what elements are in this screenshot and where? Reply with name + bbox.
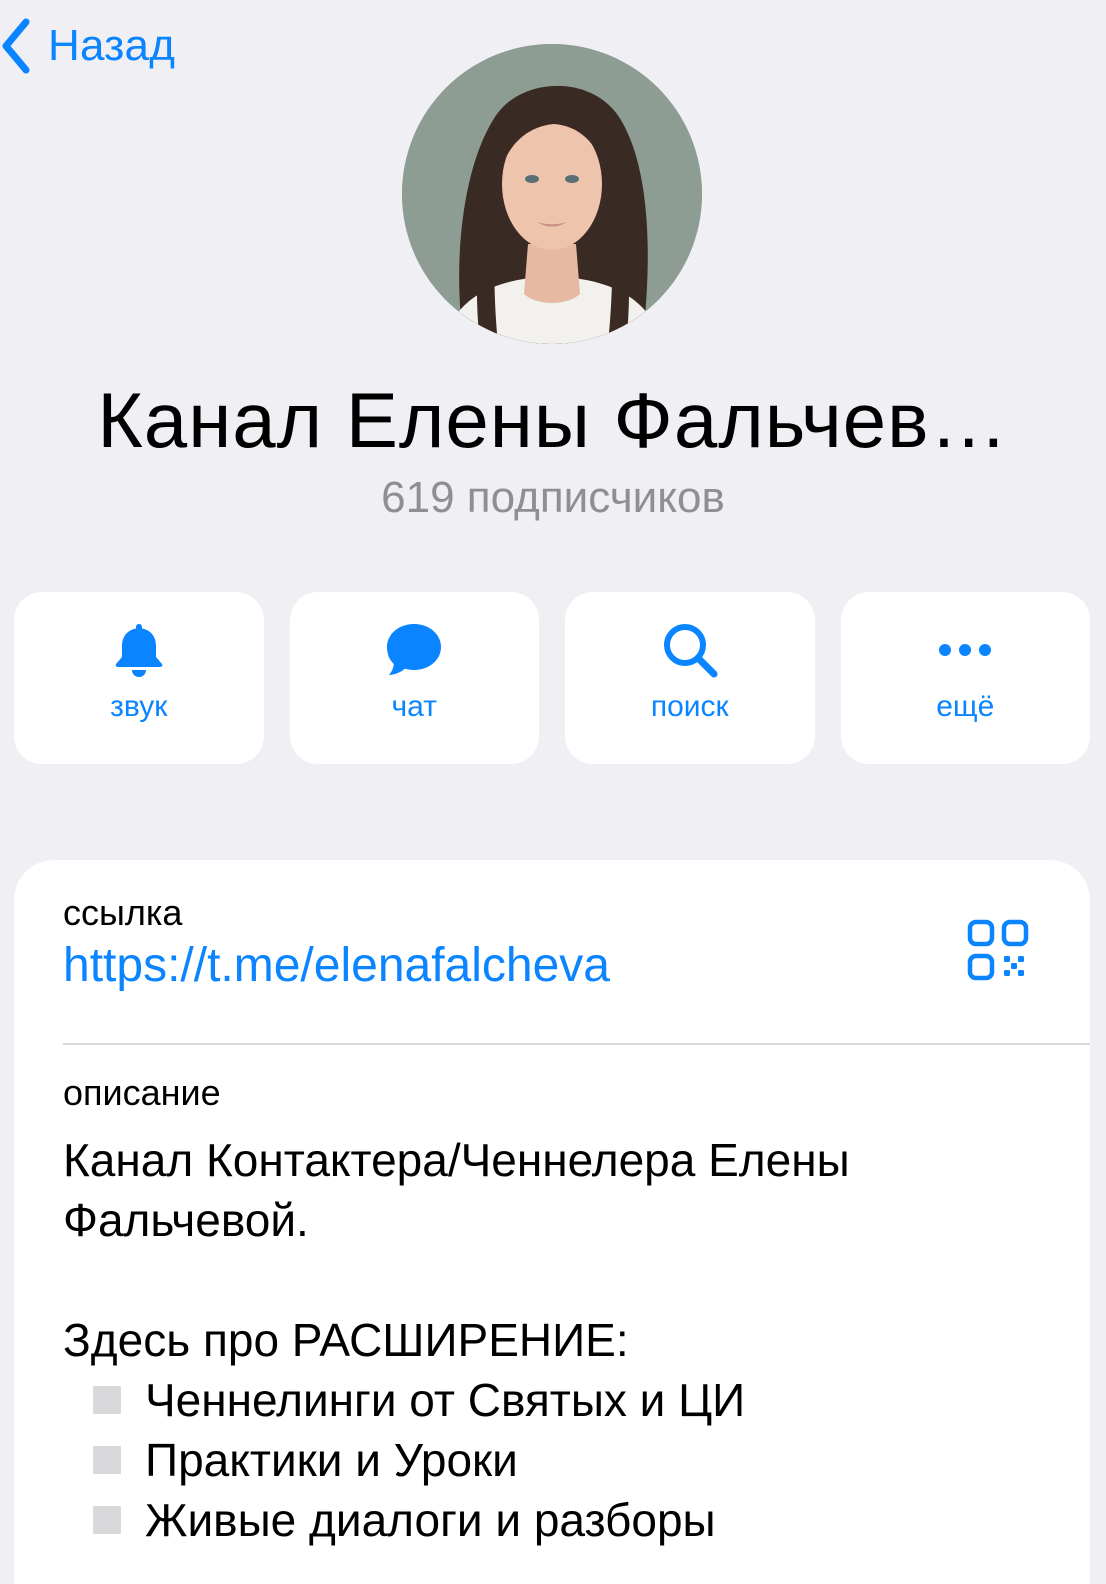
chevron-left-icon — [2, 18, 30, 74]
list-item-text: Практики и Уроки — [145, 1434, 518, 1486]
channel-profile-screen: Назад Канал Елены Фальчев… 619 подписчик… — [0, 0, 1106, 1584]
more-label: ещё — [936, 690, 995, 723]
back-button[interactable]: Назад — [0, 14, 175, 78]
search-icon — [663, 624, 718, 678]
more-dots-icon — [939, 644, 992, 656]
list-item: Практики и Уроки — [63, 1430, 1023, 1490]
description-intro: Канал Контактера/Ченнелера Елены Фальчев… — [63, 1134, 850, 1246]
chat-button[interactable]: чат — [289, 592, 539, 764]
list-item: Ченнелинги от Святых и ЦИ — [63, 1370, 1023, 1430]
bullet-square-icon — [93, 1506, 121, 1534]
channel-title: Канал Елены Фальчев… — [97, 376, 1009, 464]
action-bar: звук чат поиск ещё — [14, 592, 1090, 764]
description-heading: Здесь про РАСШИРЕНИЕ: — [63, 1314, 629, 1366]
chat-bubble-icon — [387, 624, 442, 675]
channel-link[interactable]: https://t.me/elenafalcheva — [63, 938, 610, 993]
avatar-photo — [402, 44, 702, 344]
sound-label: звук — [110, 690, 168, 723]
qr-code-icon[interactable] — [966, 918, 1030, 982]
search-button[interactable]: поиск — [565, 592, 815, 764]
more-button[interactable]: ещё — [840, 592, 1090, 764]
description-text: Канал Контактера/Ченнелера Елены Фальчев… — [63, 1130, 1023, 1550]
search-label: поиск — [650, 690, 729, 723]
bell-icon — [115, 624, 163, 677]
list-item-text: Живые диалоги и разборы — [145, 1494, 716, 1546]
sound-button[interactable]: звук — [14, 592, 264, 764]
list-item-text: Ченнелинги от Святых и ЦИ — [145, 1374, 746, 1426]
description-list: Ченнелинги от Святых и ЦИ Практики и Уро… — [63, 1370, 1023, 1550]
avatar[interactable] — [402, 44, 702, 344]
chat-label: чат — [391, 690, 437, 723]
divider — [63, 1043, 1090, 1045]
link-section-label: ссылка — [63, 892, 183, 933]
back-label: Назад — [48, 21, 176, 70]
subscriber-count: 619 подписчиков — [381, 473, 725, 522]
list-item: Живые диалоги и разборы — [63, 1490, 1023, 1550]
info-card: ссылка https://t.me/elenafalcheva описан… — [14, 860, 1090, 1584]
bullet-square-icon — [93, 1446, 121, 1474]
bullet-square-icon — [93, 1386, 121, 1414]
description-section-label: описание — [63, 1072, 221, 1113]
